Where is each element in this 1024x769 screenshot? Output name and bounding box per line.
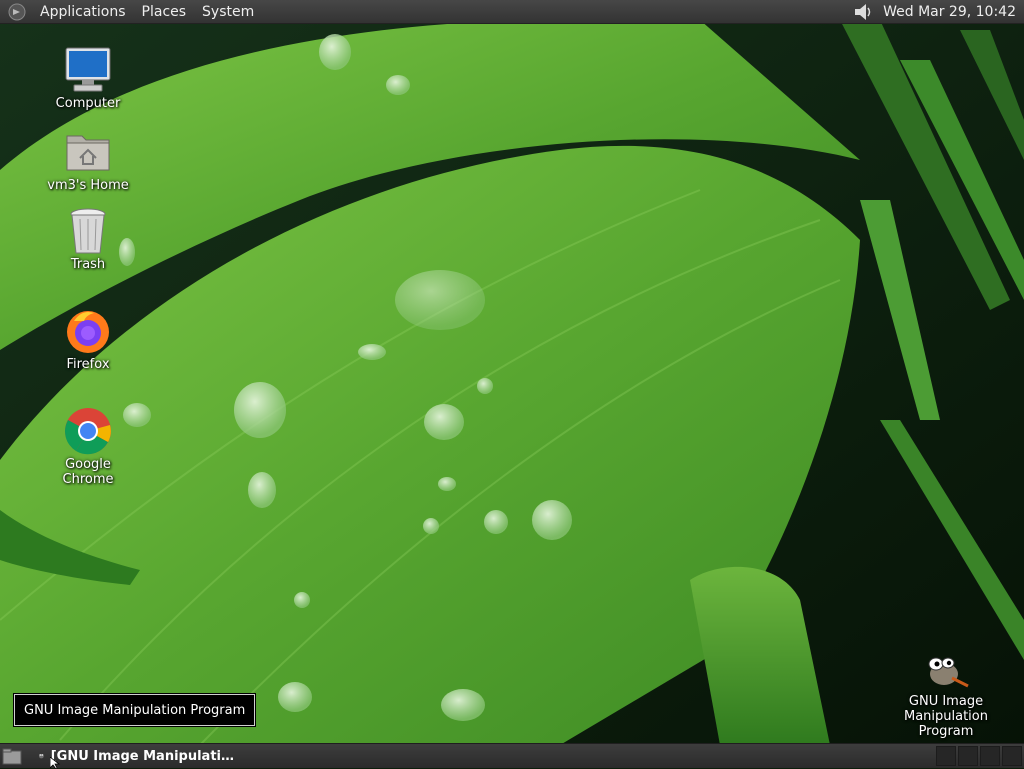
foot-menu-logo-icon[interactable]	[8, 3, 26, 21]
taskbar-button-label: [GNU Image Manipulati…	[50, 748, 234, 764]
applications-menu[interactable]: Applications	[32, 1, 134, 23]
tooltip: GNU Image Manipulation Program	[12, 693, 257, 727]
desktop-icon-label: Firefox	[66, 357, 110, 372]
desktop-icon-label-line1: GNU Image	[908, 694, 984, 709]
home-folder-icon	[66, 135, 110, 171]
gimp-icon	[39, 753, 44, 759]
desktop-icon-gimp[interactable]: GNU Image Manipulation Program	[878, 652, 1014, 739]
tooltip-text: GNU Image Manipulation Program	[24, 702, 246, 718]
desktop-icon-chrome[interactable]: Google Chrome	[40, 407, 136, 487]
trash-icon	[70, 208, 106, 254]
taskbar-button-gimp[interactable]: [GNU Image Manipulati…	[34, 745, 234, 767]
desktop-icon-label: Computer	[55, 96, 121, 111]
desktop-icon-label: vm3's Home	[47, 178, 129, 193]
places-menu[interactable]: Places	[134, 1, 195, 23]
bottom-panel: [GNU Image Manipulati…	[0, 743, 1024, 768]
show-desktop-icon[interactable]	[2, 747, 22, 765]
top-panel: Applications Places System Wed Mar 29, 1…	[0, 0, 1024, 24]
desktop-icon-label: Trash	[70, 257, 106, 272]
clock[interactable]: Wed Mar 29, 10:42	[883, 4, 1024, 20]
workspace-1[interactable]	[936, 746, 956, 766]
desktop-icon-label: Google Chrome	[62, 457, 114, 487]
workspace-2[interactable]	[958, 746, 978, 766]
desktop-icon-computer[interactable]: Computer	[40, 46, 136, 111]
desktop-icon-home[interactable]: vm3's Home	[40, 128, 136, 193]
chrome-icon	[64, 408, 111, 455]
system-menu[interactable]: System	[194, 1, 262, 23]
desktop-icon-firefox[interactable]: Firefox	[40, 307, 136, 372]
workspace-4[interactable]	[1002, 746, 1022, 766]
firefox-icon	[67, 311, 109, 353]
computer-icon	[65, 47, 111, 92]
desktop-icon-label-line2: Manipulation Program	[903, 709, 988, 739]
desktop-wallpaper	[0, 0, 1024, 768]
workspace-3[interactable]	[980, 746, 1000, 766]
gimp-icon	[928, 657, 969, 688]
desktop-icon-trash[interactable]: Trash	[40, 207, 136, 272]
mouse-cursor-icon	[50, 757, 60, 769]
volume-icon[interactable]	[853, 2, 875, 22]
